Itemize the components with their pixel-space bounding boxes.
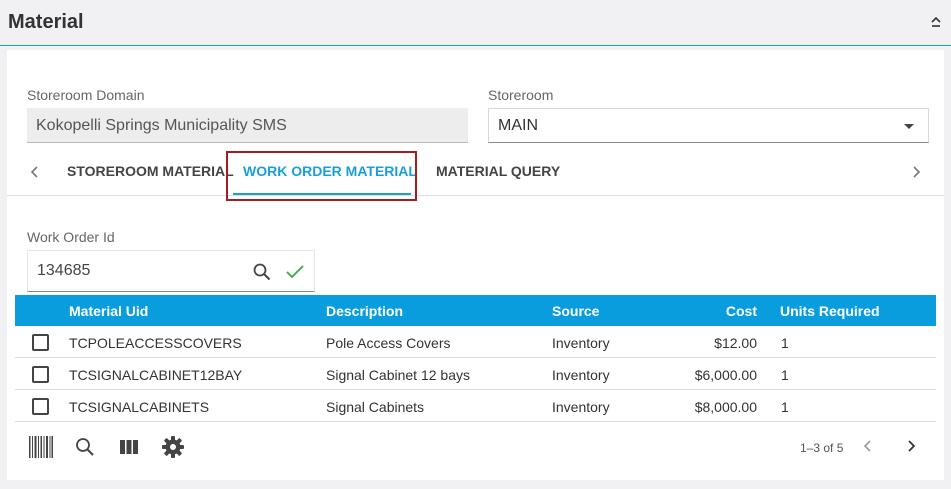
cell-material-uid: TCSIGNALCABINET12BAY xyxy=(69,367,243,383)
cell-cost: $8,000.00 xyxy=(694,399,757,415)
column-header-material-uid[interactable]: Material Uid xyxy=(69,303,148,319)
storeroom-label: Storeroom xyxy=(488,87,554,103)
cell-units-required: 1 xyxy=(781,335,789,351)
table-row[interactable]: TCSIGNALCABINETS Signal Cabinets Invento… xyxy=(15,390,936,422)
search-icon[interactable] xyxy=(72,434,98,460)
work-order-id-value: 134685 xyxy=(37,262,91,279)
tab-highlight-box xyxy=(226,151,417,201)
cell-description: Signal Cabinet 12 bays xyxy=(326,367,470,383)
search-icon[interactable] xyxy=(252,262,272,282)
tab-bar: STOREROOM MATERIAL WORK ORDER MATERIAL M… xyxy=(7,150,944,196)
columns-icon[interactable] xyxy=(116,434,142,460)
storeroom-domain-field: Kokopelli Springs Municipality SMS xyxy=(27,108,468,143)
cell-units-required: 1 xyxy=(781,367,789,383)
dropdown-caret-icon xyxy=(904,124,914,129)
column-header-source[interactable]: Source xyxy=(552,303,599,319)
column-header-description[interactable]: Description xyxy=(326,303,403,319)
cell-cost: $6,000.00 xyxy=(694,367,757,383)
column-header-units-required[interactable]: Units Required xyxy=(780,303,880,319)
storeroom-domain-label: Storeroom Domain xyxy=(27,87,145,103)
pagination-status: 1–3 of 5 xyxy=(800,441,844,455)
section-title: Material xyxy=(8,11,84,33)
cell-description: Pole Access Covers xyxy=(326,335,451,351)
table-row[interactable]: TCPOLEACCESSCOVERS Pole Access Covers In… xyxy=(15,326,936,358)
row-checkbox[interactable] xyxy=(32,366,49,383)
storeroom-domain-value: Kokopelli Springs Municipality SMS xyxy=(36,117,287,134)
next-page-icon[interactable] xyxy=(901,436,921,456)
row-checkbox[interactable] xyxy=(32,334,49,351)
row-checkbox[interactable] xyxy=(32,398,49,415)
storeroom-select[interactable]: MAIN xyxy=(488,108,929,143)
cell-material-uid: TCPOLEACCESSCOVERS xyxy=(69,335,242,351)
cell-source: Inventory xyxy=(552,399,610,415)
table-row[interactable]: TCSIGNALCABINET12BAY Signal Cabinet 12 b… xyxy=(15,358,936,390)
tab-scroll-left-icon[interactable] xyxy=(25,162,45,182)
gear-icon[interactable] xyxy=(160,434,186,460)
cell-description: Signal Cabinets xyxy=(326,399,425,415)
storeroom-value: MAIN xyxy=(498,117,538,134)
table-footer: 1–3 of 5 xyxy=(7,428,944,468)
material-card: Storeroom Domain Kokopelli Springs Munic… xyxy=(7,50,944,480)
cell-units-required: 1 xyxy=(781,399,789,415)
tab-scroll-right-icon[interactable] xyxy=(906,162,926,182)
tab-storeroom-material[interactable]: STOREROOM MATERIAL xyxy=(67,163,234,179)
previous-page-icon[interactable] xyxy=(858,436,878,456)
work-order-id-label: Work Order Id xyxy=(27,229,115,245)
material-table: Material Uid Description Source Cost Uni… xyxy=(15,295,936,422)
barcode-icon[interactable] xyxy=(28,434,54,460)
table-header: Material Uid Description Source Cost Uni… xyxy=(15,295,936,326)
cell-cost: $12.00 xyxy=(714,335,757,351)
work-order-id-input[interactable]: 134685 xyxy=(27,250,315,292)
column-header-cost[interactable]: Cost xyxy=(655,303,757,319)
cell-source: Inventory xyxy=(552,335,610,351)
cell-material-uid: TCSIGNALCABINETS xyxy=(69,399,210,415)
collapse-icon[interactable] xyxy=(929,14,943,30)
cell-source: Inventory xyxy=(552,367,610,383)
section-header: Material xyxy=(0,0,951,46)
tab-material-query[interactable]: MATERIAL QUERY xyxy=(436,163,560,179)
check-icon[interactable] xyxy=(285,263,305,281)
